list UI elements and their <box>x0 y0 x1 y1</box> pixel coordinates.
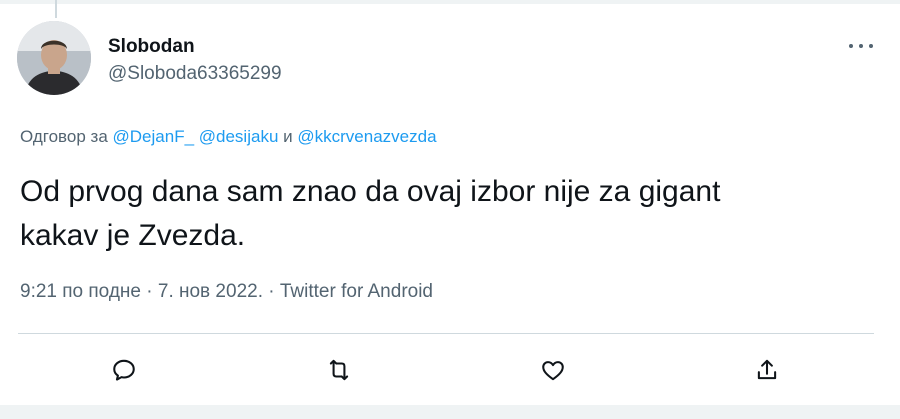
reply-icon <box>113 359 135 381</box>
author-name[interactable]: Slobodan <box>108 36 195 58</box>
author-handle[interactable]: @Sloboda63365299 <box>108 63 282 85</box>
mention-link-desijaku[interactable]: @desijaku <box>199 127 279 146</box>
reply-button[interactable] <box>106 352 142 388</box>
top-border <box>0 0 900 4</box>
share-icon <box>757 359 777 380</box>
more-options-icon[interactable] <box>846 36 876 56</box>
reply-conjunction: и <box>283 127 293 146</box>
user-photo-icon <box>17 21 91 95</box>
tweet-text-line: kakav je Zvezda. <box>20 219 246 252</box>
mention-link-kkcrvenazvezda[interactable]: @kkcrvenazvezda <box>297 127 436 146</box>
tweet-meta: 9:21 по подне · 7. нов 2022. · Twitter f… <box>20 281 433 303</box>
tweet-source[interactable]: Twitter for Android <box>280 281 433 302</box>
reply-prefix: Одговор за <box>20 127 108 146</box>
meta-separator: · <box>146 281 153 302</box>
tweet-text: Od prvog dana sam znao da ovaj izbor nij… <box>20 170 840 258</box>
meta-separator: · <box>268 281 275 302</box>
tweet-time[interactable]: 9:21 по подне <box>20 281 141 302</box>
retweet-icon <box>329 359 349 381</box>
share-button[interactable] <box>749 352 785 388</box>
divider <box>18 333 874 334</box>
reply-to-line: Одговор за @DejanF_ @desijaku и @kkcrven… <box>20 127 437 147</box>
like-icon <box>542 361 564 381</box>
mention-link-dejanf[interactable]: @DejanF_ <box>113 127 195 146</box>
bottom-border <box>0 405 900 419</box>
tweet-date[interactable]: 7. нов 2022. <box>158 281 263 302</box>
tweet-text-line: Od prvog dana sam znao da ovaj izbor nij… <box>20 175 721 208</box>
like-button[interactable] <box>535 352 571 388</box>
avatar[interactable] <box>17 21 91 95</box>
thread-connector-line <box>55 0 57 18</box>
retweet-button[interactable] <box>321 352 357 388</box>
